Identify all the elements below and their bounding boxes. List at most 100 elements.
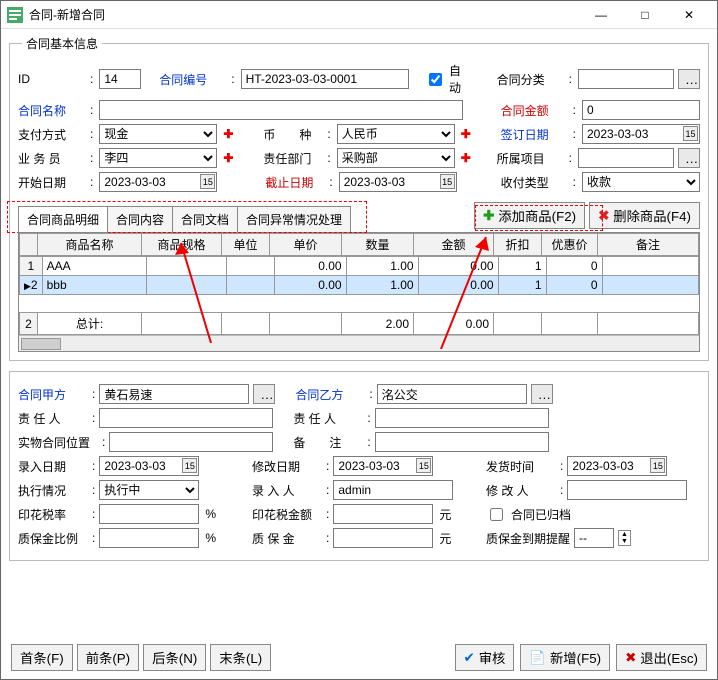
label-contract-no: 合同编号: [159, 71, 223, 88]
add-product-button[interactable]: ✚添加商品(F2): [474, 202, 585, 229]
label-party-b: 合同乙方: [295, 386, 365, 403]
label-duty-b: 责 任 人: [293, 410, 363, 427]
mod-person-field[interactable]: [567, 480, 687, 500]
col-spec[interactable]: 商品规格: [142, 234, 222, 256]
auto-checkbox[interactable]: [429, 73, 442, 86]
label-id: ID: [18, 72, 82, 86]
party-a-field[interactable]: [99, 384, 249, 404]
exit-button[interactable]: ✖退出(Esc): [616, 644, 707, 671]
modify-date-cal-icon[interactable]: 15: [416, 458, 431, 473]
end-date-cal-icon[interactable]: 15: [440, 174, 455, 189]
label-modify-date: 修改日期: [252, 458, 322, 475]
party-a-picker-button[interactable]: …: [253, 384, 275, 404]
add-dept-icon[interactable]: ✚: [461, 151, 471, 165]
sign-date-cal-icon[interactable]: 15: [683, 126, 698, 141]
product-grid[interactable]: 商品名称 商品规格 单位 单价 数量 金额 折扣 优惠价 备注: [18, 232, 700, 352]
name-field[interactable]: [99, 100, 463, 120]
plus-icon: ✚: [483, 208, 494, 224]
exit-icon: ✖: [625, 650, 636, 666]
grid-row[interactable]: 2 bbb 0.00 1.00 0.00 1 0: [20, 276, 699, 295]
project-picker-button[interactable]: …: [678, 148, 700, 168]
grid-total-row: 2 总计: 2.00 0.00: [20, 313, 699, 335]
tab-product-detail[interactable]: 合同商品明细: [18, 206, 108, 233]
enter-person-field[interactable]: [333, 480, 453, 500]
label-salesman: 业 务 员: [18, 150, 82, 167]
minimize-button[interactable]: —: [579, 2, 623, 28]
amount-field[interactable]: [582, 100, 700, 120]
nav-last-button[interactable]: 末条(L): [210, 644, 271, 671]
label-phys-loc: 实物合同位置: [18, 434, 98, 451]
grid-h-scrollbar[interactable]: [19, 335, 699, 351]
label-remark-b: 备 注: [293, 434, 363, 451]
label-auto: 自动: [449, 62, 473, 96]
entry-date-cal-icon[interactable]: 15: [182, 458, 197, 473]
pay-mode-select[interactable]: 现金: [99, 124, 217, 144]
archived-checkbox[interactable]: [490, 508, 503, 521]
tab-contract-content[interactable]: 合同内容: [107, 206, 173, 233]
label-stamp-rate: 印花税率: [18, 506, 88, 523]
exec-status-select[interactable]: 执行中: [99, 480, 199, 500]
label-category: 合同分类: [497, 71, 561, 88]
col-remark[interactable]: 备注: [598, 234, 699, 256]
currency-select[interactable]: 人民币: [337, 124, 455, 144]
label-duty-a: 责 任 人: [18, 410, 88, 427]
nav-next-button[interactable]: 后条(N): [143, 644, 206, 671]
add-pay-mode-icon[interactable]: ✚: [223, 127, 233, 141]
maximize-button[interactable]: □: [623, 2, 667, 28]
quality-remind-spinner[interactable]: ▲▼: [618, 530, 631, 546]
stamp-amt-field[interactable]: [333, 504, 433, 524]
category-field[interactable]: [578, 69, 674, 89]
grid-row[interactable]: 1 AAA 0.00 1.00 0.00 1 0: [20, 257, 699, 276]
category-picker-button[interactable]: …: [678, 69, 700, 89]
label-pay-mode: 支付方式: [18, 126, 82, 143]
col-pref[interactable]: 优惠价: [542, 234, 598, 256]
duty-b-field[interactable]: [375, 408, 549, 428]
remark-field[interactable]: [375, 432, 549, 452]
party-b-field[interactable]: [377, 384, 527, 404]
stamp-rate-field[interactable]: [99, 504, 199, 524]
label-end-date: 截止日期: [265, 174, 321, 191]
label-quality-remind: 质保金到期提醒: [486, 530, 570, 547]
add-salesman-icon[interactable]: ✚: [223, 151, 233, 165]
phys-loc-field[interactable]: [109, 432, 273, 452]
quality-pct-field[interactable]: [99, 528, 199, 548]
new-button[interactable]: 📄新增(F5): [520, 644, 610, 671]
quality-amt-field[interactable]: [333, 528, 433, 548]
label-currency: 币 种: [263, 126, 319, 143]
project-field[interactable]: [578, 148, 674, 168]
tab-contract-exception[interactable]: 合同异常情况处理: [237, 206, 351, 233]
audit-button[interactable]: ✔审核: [455, 644, 515, 671]
basic-info-group: 合同基本信息 ID: 合同编号: 自动 合同分类: … 合同名称: 合: [9, 35, 709, 361]
label-stamp-amt: 印花税金额: [252, 506, 322, 523]
col-discount[interactable]: 折扣: [494, 234, 542, 256]
label-entry-date: 录入日期: [18, 458, 88, 475]
duty-a-field[interactable]: [99, 408, 273, 428]
col-amount[interactable]: 金额: [414, 234, 494, 256]
col-qty[interactable]: 数量: [342, 234, 414, 256]
check-icon: ✔: [464, 650, 475, 666]
id-field[interactable]: [99, 69, 141, 89]
start-date-cal-icon[interactable]: 15: [200, 174, 215, 189]
ship-date-cal-icon[interactable]: 15: [650, 458, 665, 473]
label-ship-date: 发货时间: [486, 458, 556, 475]
label-name: 合同名称: [18, 102, 82, 119]
add-currency-icon[interactable]: ✚: [461, 127, 471, 141]
col-unit[interactable]: 单位: [222, 234, 270, 256]
label-pay-type: 收付类型: [501, 174, 565, 191]
dept-select[interactable]: 采购部: [337, 148, 455, 168]
close-button[interactable]: ✕: [667, 2, 711, 28]
del-product-button[interactable]: ✖删除商品(F4): [589, 202, 700, 229]
pay-type-select[interactable]: 收款: [582, 172, 700, 192]
col-name[interactable]: 商品名称: [38, 234, 142, 256]
contract-no-field[interactable]: [241, 69, 410, 89]
quality-remind-field[interactable]: [574, 528, 614, 548]
party-b-picker-button[interactable]: …: [531, 384, 553, 404]
label-exec-status: 执行情况: [18, 482, 88, 499]
col-price[interactable]: 单价: [270, 234, 342, 256]
tab-contract-doc[interactable]: 合同文档: [172, 206, 238, 233]
nav-first-button[interactable]: 首条(F): [11, 644, 73, 671]
salesman-select[interactable]: 李四: [99, 148, 217, 168]
contract-detail-group: 合同甲方:… 合同乙方:… 责 任 人: 责 任 人: 实物合同位置: 备 注:…: [9, 371, 709, 561]
label-mod-person: 修 改 人: [486, 482, 556, 499]
nav-prev-button[interactable]: 前条(P): [77, 644, 139, 671]
